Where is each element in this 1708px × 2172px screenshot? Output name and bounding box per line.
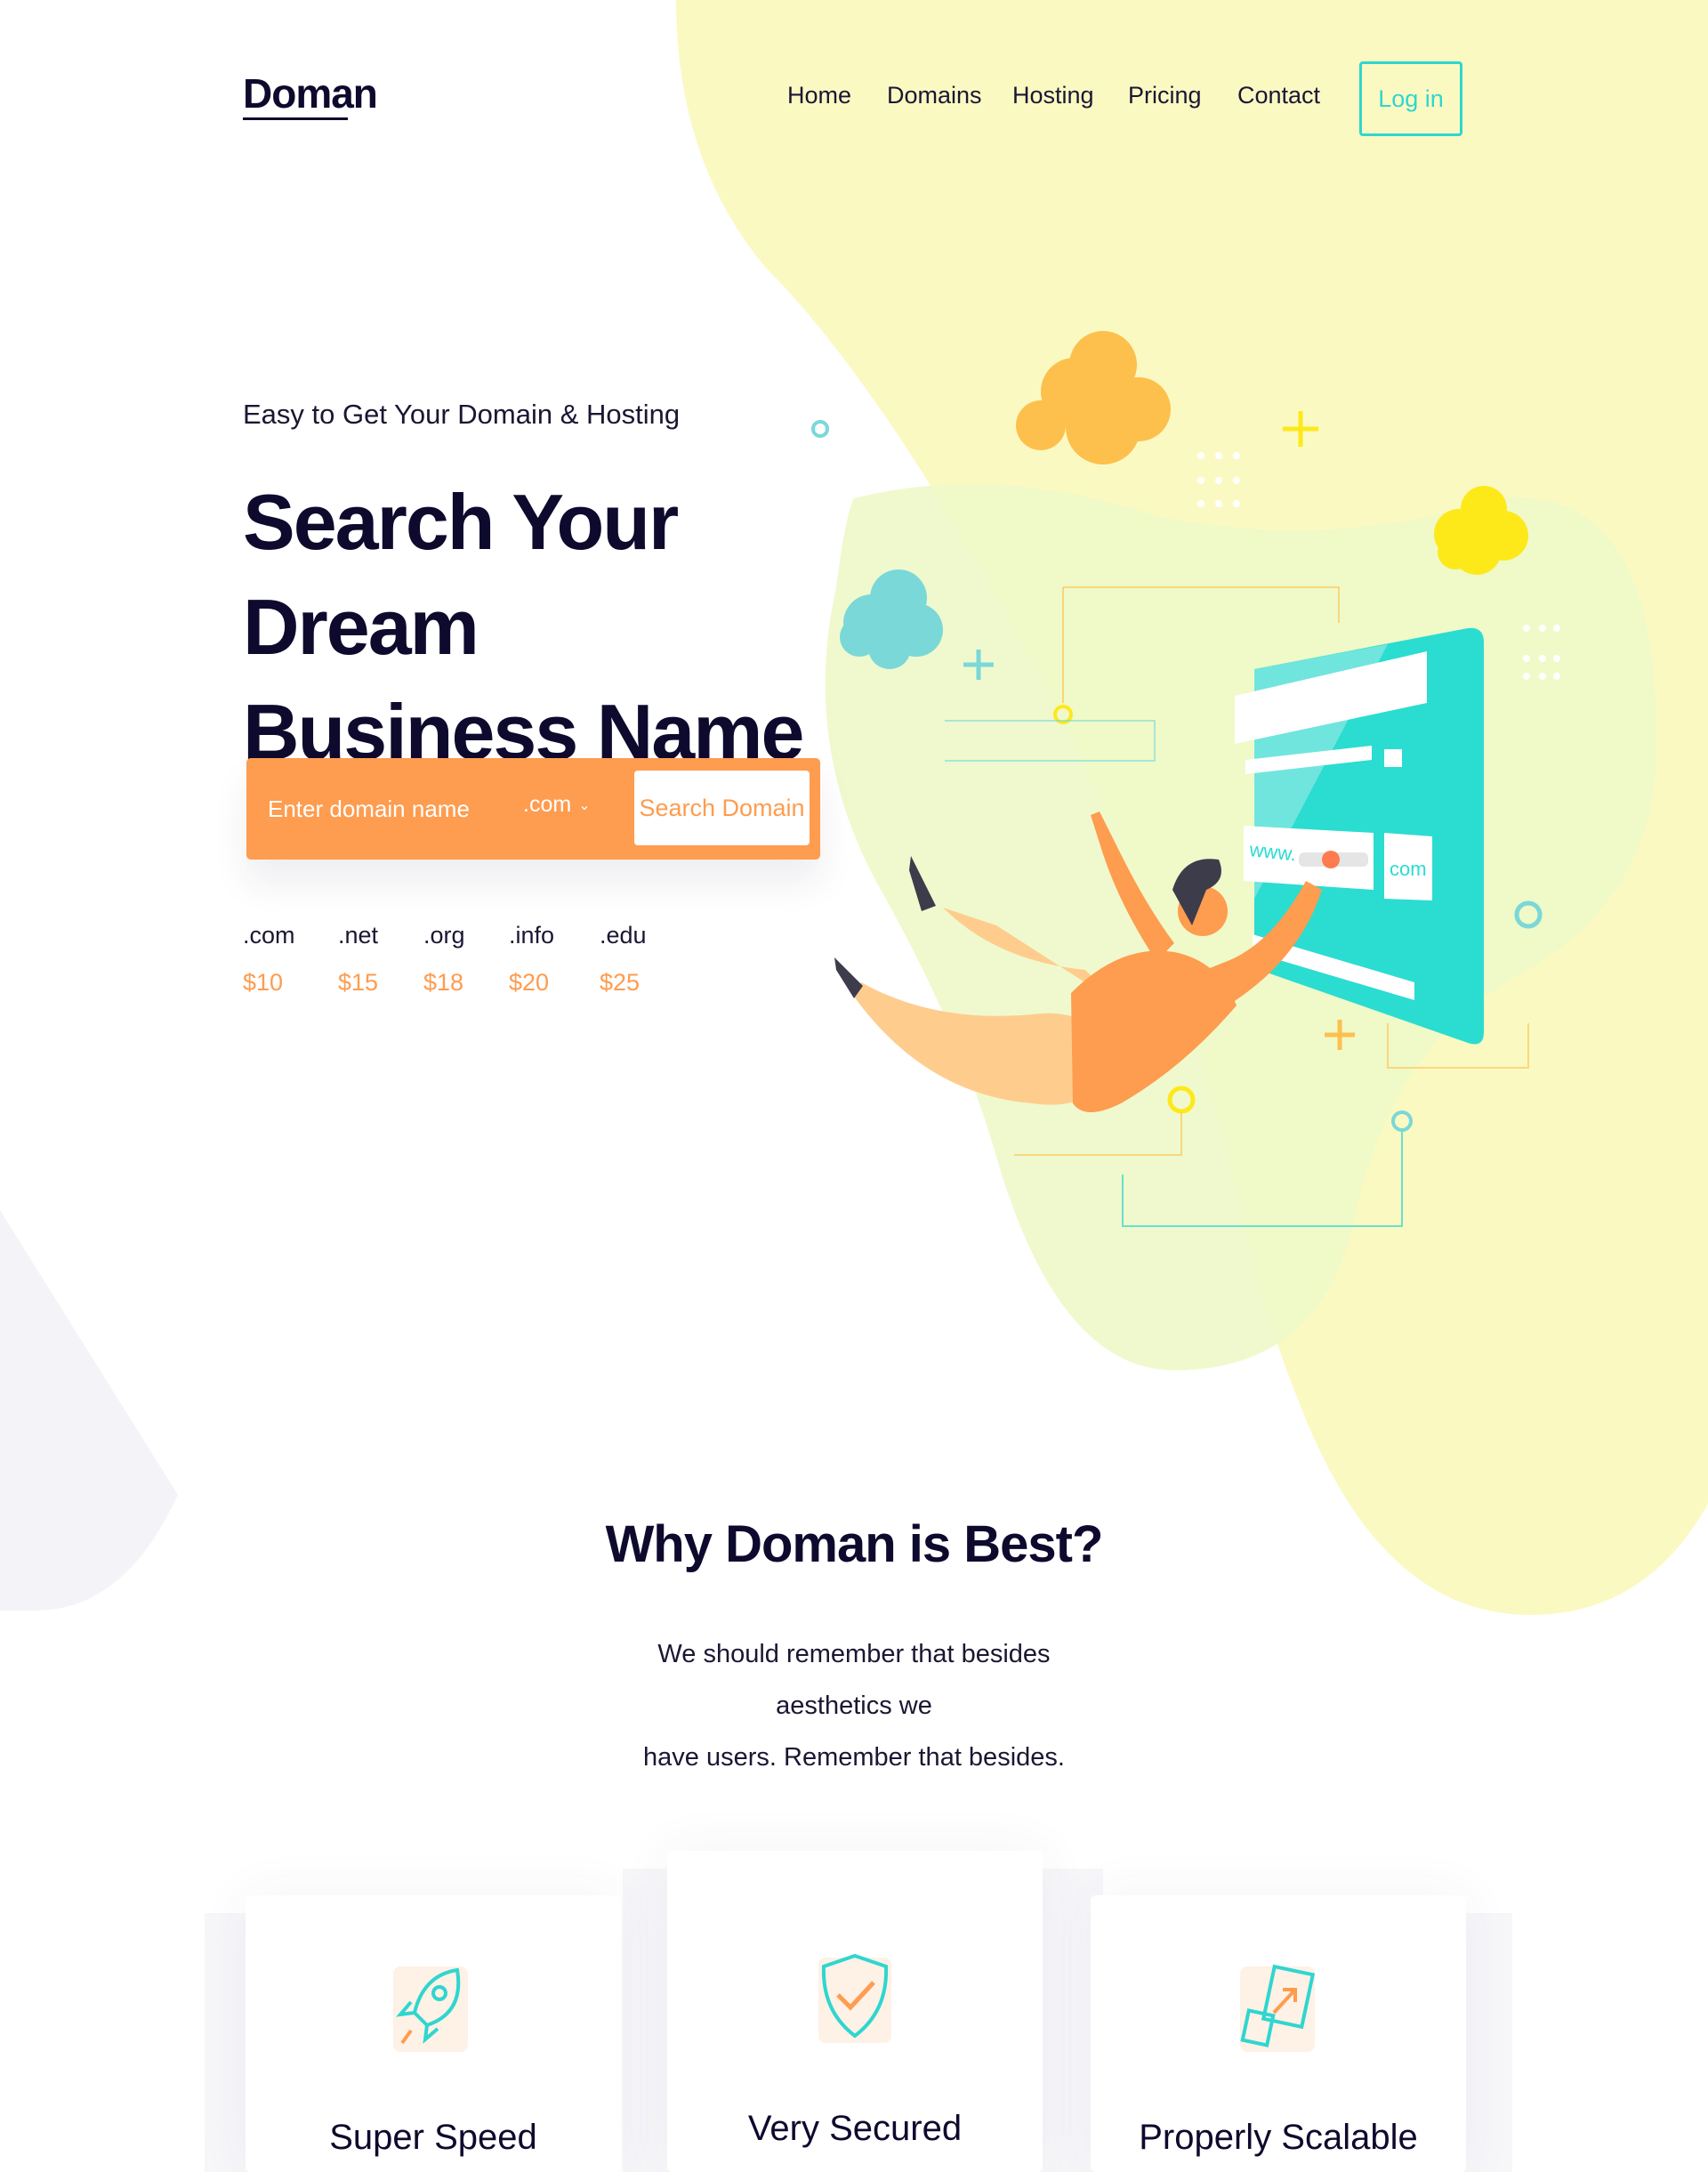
why-section-description: We should remember that besides aestheti… — [605, 1628, 1103, 1783]
ring-teal-icon — [811, 420, 829, 438]
tld-price-item: .info $20 — [509, 922, 554, 997]
hero-eyebrow: Easy to Get Your Domain & Hosting — [243, 399, 681, 430]
hero-title-line-1: Search Your Dream — [243, 478, 679, 671]
logo[interactable]: Doman — [243, 69, 378, 117]
scale-arrow-icon — [1240, 1964, 1316, 2052]
hero-illustration: www. com — [811, 331, 1560, 1227]
feature-card-scalable[interactable]: Properly Scalable — [1091, 1895, 1466, 2172]
nav-home[interactable]: Home — [787, 82, 851, 109]
nav-hosting[interactable]: Hosting — [1012, 82, 1094, 109]
search-domain-button[interactable]: Search Domain — [634, 771, 810, 845]
browser-window-graphic — [1235, 627, 1484, 1045]
tld-price-item: .edu $25 — [600, 922, 647, 997]
hero-title: Search Your Dream Business Name — [243, 470, 883, 785]
tld-name: .com — [243, 922, 295, 949]
feature-title: Super Speed — [329, 2118, 537, 2157]
shield-check-icon — [818, 1953, 891, 2043]
tld-dropdown[interactable]: .com ⌄ — [523, 792, 591, 818]
tld-name: .edu — [600, 922, 647, 949]
tld-price-item: .org $18 — [423, 922, 465, 997]
nav-pricing[interactable]: Pricing — [1128, 82, 1202, 109]
why-section-title: Why Doman is Best? — [605, 1515, 1104, 1573]
tld-price: $15 — [338, 969, 379, 996]
tld-price: $18 — [423, 969, 464, 996]
feature-card-secured[interactable]: Very Secured — [667, 1851, 1043, 2172]
feature-title: Properly Scalable — [1139, 2118, 1418, 2157]
nav-domains[interactable]: Domains — [887, 82, 982, 109]
tld-price-item: .net $15 — [338, 922, 378, 997]
orange-cloud-icon — [1016, 331, 1171, 464]
feature-title: Very Secured — [747, 2109, 963, 2148]
tld-name: .net — [338, 922, 379, 949]
login-button[interactable]: Log in — [1359, 61, 1462, 136]
plus-yellow-icon — [1283, 411, 1318, 447]
tld-name: .info — [509, 922, 555, 949]
tld-selected-value: .com — [523, 792, 572, 817]
tld-price: $20 — [509, 969, 550, 996]
why-desc-line-2: have users. Remember that besides. — [643, 1743, 1065, 1772]
tld-name: .org — [423, 922, 465, 949]
nav-contact[interactable]: Contact — [1237, 82, 1320, 109]
com-label: com — [1390, 858, 1427, 880]
tld-price-item: .com $10 — [243, 922, 295, 997]
chevron-down-icon: ⌄ — [578, 797, 591, 813]
tld-price: $25 — [600, 969, 640, 996]
why-desc-line-1: We should remember that besides aestheti… — [657, 1640, 1051, 1720]
plus-orange-icon — [1325, 1020, 1355, 1050]
domain-search-input[interactable] — [268, 758, 499, 860]
domain-search-bar: .com ⌄ Search Domain — [246, 758, 820, 860]
plus-teal-icon — [963, 650, 994, 680]
rocket-icon — [393, 1966, 468, 2052]
yellow-cloud-icon — [1434, 486, 1528, 575]
ring-teal-right-icon — [1514, 900, 1543, 929]
tld-price: $10 — [243, 969, 284, 996]
feature-card-speed[interactable]: Super Speed — [246, 1895, 621, 2172]
logo-underline — [243, 117, 348, 120]
